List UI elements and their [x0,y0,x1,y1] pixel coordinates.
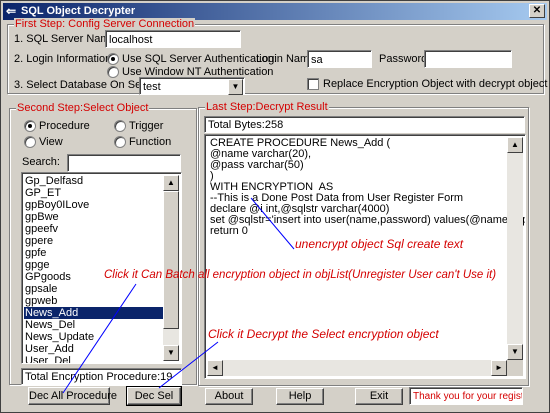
list-item[interactable]: gpweb [24,295,163,307]
step2-title: Second Step:Select Object [16,102,150,114]
server-name-input[interactable]: localhost [105,30,241,48]
exit-button[interactable]: Exit [355,388,403,405]
step3-title: Last Step:Decrypt Result [205,101,329,113]
type-view-label: View [39,136,63,148]
login-name-input[interactable]: sa [307,50,372,68]
status-message: Thank you for your register! [409,387,523,405]
list-item[interactable]: News_Del [24,319,163,331]
password-label: Password: [379,53,431,65]
type-procedure-radio[interactable] [24,120,36,132]
list-item[interactable]: gpsale [24,283,163,295]
step1-title: First Step: Config Server Connection [14,18,196,30]
search-label: Search: [22,156,60,168]
window-title: SQL Object Decrypter [21,5,136,17]
scroll-corner [507,360,523,376]
code-line: @pass varchar(50) [210,159,304,171]
result-vscrollbar[interactable]: ▲ ▼ [507,137,523,360]
type-function-label: Function [129,136,172,148]
scroll-up-icon[interactable]: ▲ [507,137,523,153]
password-input[interactable] [424,50,512,68]
dec-sel-button[interactable]: Dec Sel [126,386,182,406]
chevron-down-icon[interactable]: ▼ [228,79,243,95]
auth-nt-radio[interactable] [107,66,119,78]
login-info-label: 2. Login Information: [14,53,115,65]
type-procedure-label: Procedure [39,120,90,132]
total-procedure-count: Total Encryption Procedure:19 [21,368,182,385]
dec-all-button[interactable]: Dec All Procedure [28,387,117,405]
scroll-right-icon[interactable]: ► [491,360,507,376]
code-line: set @sqlstr='insert into user(name,passw… [210,214,526,226]
list-item[interactable]: gpBwe [24,211,163,223]
list-item[interactable]: Gp_Delfasd [24,175,163,187]
scroll-thumb[interactable] [163,191,179,329]
annotation-decrypt-sel: Click it Decrypt the Select encryption o… [208,327,439,341]
result-hscrollbar[interactable]: ◄ ► [207,360,507,376]
type-view-radio[interactable] [24,136,36,148]
list-item[interactable]: gpfe [24,247,163,259]
replace-label: Replace Encryption Object with decrypt o… [323,78,548,90]
auth-sql-label: Use SQL Server Authentication: [122,53,277,65]
list-item[interactable]: User_Add [24,343,163,355]
scroll-left-icon[interactable]: ◄ [207,360,223,376]
app-window: ⇐ SQL Object Decrypter ✕ First Step: Con… [0,0,550,413]
list-item[interactable]: User_Del [24,355,163,363]
search-input[interactable] [67,154,181,172]
list-item[interactable]: News_Update [24,331,163,343]
database-select[interactable]: test ▼ [139,77,245,95]
scroll-down-icon[interactable]: ▼ [507,344,523,360]
annotation-batch: Click it Can Batch all encryption object… [104,269,497,281]
replace-checkbox[interactable] [307,78,319,90]
about-button[interactable]: About [205,388,253,405]
list-item[interactable]: News_Add [24,307,163,319]
list-item[interactable]: gpBoy0ILove [24,199,163,211]
list-item[interactable]: gpeefv [24,223,163,235]
decrypt-result-code: CREATE PROCEDURE News_Add (@name varchar… [210,138,526,237]
total-bytes-field: Total Bytes:258 [204,116,525,133]
type-function-radio[interactable] [114,136,126,148]
scroll-down-icon[interactable]: ▼ [163,345,179,361]
sql-decrypter-app-icon: ⇐ [6,4,17,18]
decrypt-result-textarea[interactable]: CREATE PROCEDURE News_Add (@name varchar… [204,134,526,379]
server-name-label: 1. SQL Server Name: [14,33,119,45]
object-list[interactable]: Gp_Delfasd GP_ET gpBoy0ILove gpBwe gpeefv gpe… [21,172,182,364]
type-trigger-radio[interactable] [114,120,126,132]
close-button[interactable]: ✕ [529,4,545,18]
object-list-scrollbar[interactable]: ▲ ▼ [163,175,179,361]
annotation-unencrypt: unencrypt object Sql create text [295,237,464,251]
database-selected-value: test [143,81,161,93]
help-button[interactable]: Help [276,388,324,405]
type-trigger-label: Trigger [129,120,164,132]
code-line: return 0 [210,225,248,237]
list-item[interactable]: gpere [24,235,163,247]
scroll-up-icon[interactable]: ▲ [163,175,179,191]
list-item[interactable]: GP_ET [24,187,163,199]
auth-sql-radio[interactable] [107,53,119,65]
